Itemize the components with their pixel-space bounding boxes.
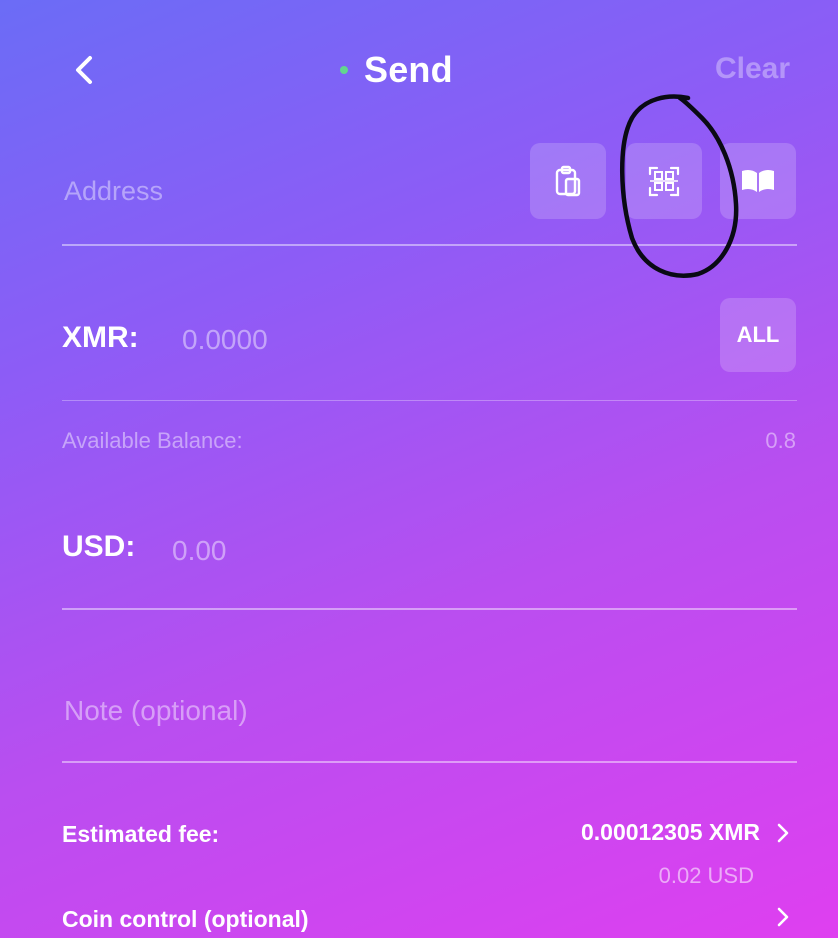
paste-button[interactable] xyxy=(530,143,606,219)
back-button[interactable] xyxy=(70,52,100,88)
address-input[interactable] xyxy=(62,168,506,214)
status-dot xyxy=(340,66,348,74)
chevron-right-icon xyxy=(777,907,789,927)
address-book-button[interactable] xyxy=(720,143,796,219)
chevron-right-icon xyxy=(777,823,789,842)
page-title: Send xyxy=(364,49,453,90)
xmr-label: XMR: xyxy=(62,321,139,354)
xmr-amount-input[interactable] xyxy=(180,318,684,362)
available-balance-value: 0.8 xyxy=(765,428,796,453)
note-divider xyxy=(62,761,797,763)
xmr-divider xyxy=(62,400,797,401)
all-button[interactable]: ALL xyxy=(720,298,796,372)
qr-code-scan-icon xyxy=(648,166,680,197)
title-area: Send xyxy=(340,48,453,92)
usd-divider xyxy=(62,608,797,610)
estimated-fee-label: Estimated fee: xyxy=(62,821,220,847)
clear-button[interactable]: Clear xyxy=(715,52,790,86)
book-icon xyxy=(742,169,774,192)
usd-amount-input[interactable] xyxy=(170,529,674,573)
chevron-left-icon xyxy=(76,56,92,84)
coin-control-label: Coin control (optional) xyxy=(62,906,309,932)
usd-label: USD: xyxy=(62,530,136,563)
estimated-fee-selector[interactable]: 0.00012305 XMR xyxy=(581,819,790,846)
estimated-fee-value: 0.00012305 XMR xyxy=(580,819,760,845)
available-balance-label: Available Balance: xyxy=(62,428,243,453)
scan-qr-button[interactable] xyxy=(626,143,702,219)
address-divider xyxy=(62,244,797,246)
send-screen: Send Clear XMR: ALL Available Bala xyxy=(10,8,838,938)
coin-control-button[interactable] xyxy=(776,906,790,933)
clipboard-icon xyxy=(555,165,581,197)
note-input[interactable] xyxy=(62,688,796,734)
estimated-fee-usd: 0.02 USD xyxy=(658,863,754,888)
